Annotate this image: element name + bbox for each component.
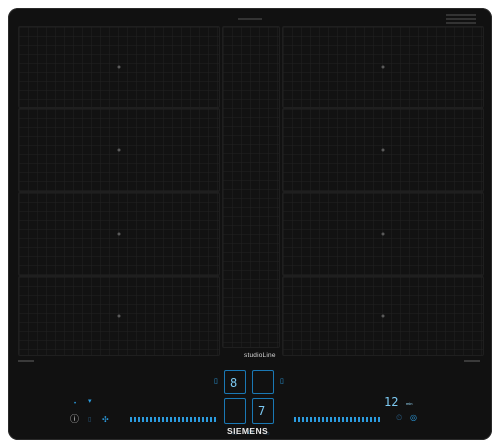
left-display-left-icon[interactable]: ▯ (214, 378, 218, 386)
cooking-zone-right-4[interactable] (282, 276, 484, 356)
indicator-dot-icon: • (74, 401, 77, 407)
corner-label (446, 14, 476, 24)
timer-unit: min (406, 401, 413, 406)
cooking-zone-right-1[interactable] (282, 26, 484, 108)
cooking-zone-left-4[interactable] (18, 276, 220, 356)
cooking-zone-right-2[interactable] (282, 108, 484, 192)
series-label: studioLine (244, 352, 276, 359)
cooking-zone-left-3[interactable] (18, 192, 220, 276)
cooking-zone-right-3[interactable] (282, 192, 484, 276)
left-power-level: 8 (230, 376, 238, 390)
right-power-level: 7 (258, 404, 266, 418)
right-display-right-icon[interactable]: ▯ (280, 378, 284, 386)
induction-hob: studioLine • ▾ ⓘ ▯ ✣ 8 7 ▯ ▯ ▭ ⌂ ▭ 12 mi… (8, 8, 492, 440)
cooking-zone-left-2[interactable] (18, 108, 220, 192)
brand-logo: SIEMENS (227, 426, 269, 436)
right-zone-marker (464, 360, 480, 362)
right-power-slider[interactable] (294, 417, 380, 422)
top-mark (238, 18, 262, 20)
left-zone-marker (18, 360, 34, 362)
fan-icon[interactable]: ✣ (102, 416, 109, 424)
cooking-zone-center[interactable] (222, 26, 280, 348)
cooking-zone-left-1[interactable] (18, 26, 220, 108)
timer-icon[interactable]: ⏲ (396, 414, 402, 422)
right-display-top (252, 370, 274, 394)
menu-icon[interactable]: ▯ (88, 416, 91, 424)
settings-icon[interactable]: ◎ (410, 414, 417, 422)
left-power-slider[interactable] (130, 417, 216, 422)
chevron-down-icon[interactable]: ▾ (88, 398, 92, 406)
timer-value: 12 (384, 395, 399, 409)
left-display-bottom (224, 398, 246, 424)
power-icon[interactable]: ⓘ (70, 415, 79, 424)
